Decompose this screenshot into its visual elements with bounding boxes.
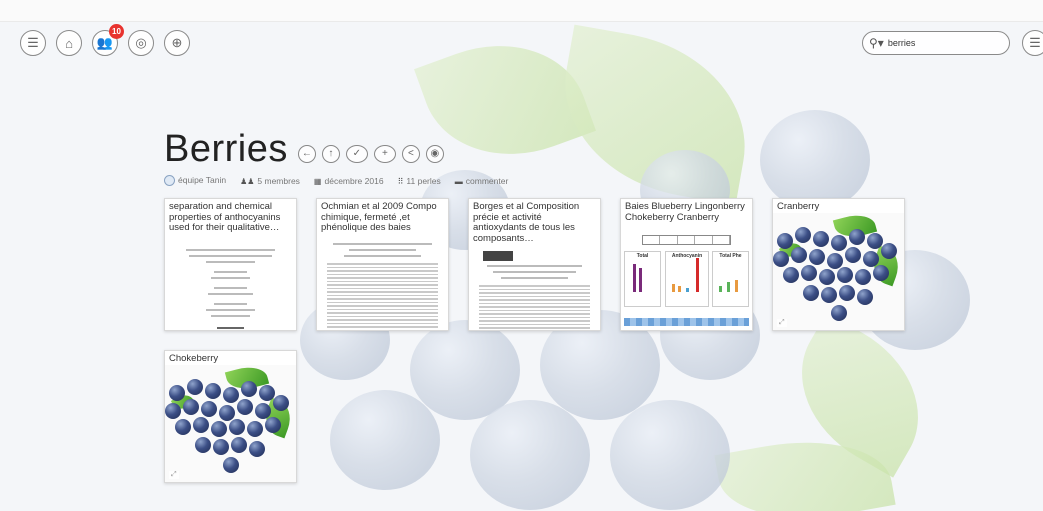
back-arrow-icon: ←: [301, 148, 312, 159]
globe-button[interactable]: ⊕: [164, 30, 190, 56]
top-nav: ☰ ⌂ 👥 10 ◎ ⊕: [20, 24, 190, 56]
search-input[interactable]: [887, 38, 988, 48]
broadcast-icon: ◎: [135, 35, 147, 50]
share-icon: <: [407, 148, 414, 159]
follow-button[interactable]: ✓: [345, 144, 368, 163]
up-arrow-icon: ↑: [328, 148, 334, 159]
home-icon: ⌂: [65, 35, 73, 51]
top-strip: [0, 0, 1043, 22]
chart-panel: Anthocyanin: [665, 251, 709, 307]
page-title: Berries: [164, 128, 288, 170]
pearl-card[interactable]: Chokeberry ⤢: [164, 350, 297, 483]
chart-thumbnail: Total Anthocyanin Total Phe: [624, 235, 749, 326]
pearl-card[interactable]: separation and chemical properties of an…: [164, 198, 297, 331]
board-owner[interactable]: équipe Tanin: [164, 175, 226, 187]
chart-panel: Total: [624, 251, 661, 307]
expand-icon[interactable]: ⤢: [777, 319, 787, 327]
board-pearls: ⠿ 11 perles: [397, 175, 441, 186]
pearl-card[interactable]: Baies Blueberry Lingonberry Chokeberry C…: [620, 198, 753, 331]
share-button[interactable]: <: [401, 144, 420, 163]
card-title: Baies Blueberry Lingonberry Chokeberry C…: [625, 201, 745, 223]
chart-footer: [624, 318, 749, 326]
board-meta: équipe Tanin ♟♟ 5 membres ▦ décembre 2016 …: [164, 175, 509, 187]
expand-icon[interactable]: ⤢: [169, 471, 179, 479]
list-icon: ☰: [27, 35, 39, 50]
card-title: Chokeberry: [169, 353, 219, 364]
globe-icon: ⊕: [171, 35, 183, 50]
right-menu-button[interactable]: ☰: [1022, 30, 1043, 56]
card-title: Cranberry: [777, 201, 820, 212]
add-people-icon: +: [381, 148, 388, 159]
comment-link[interactable]: ▬ commenter: [455, 176, 509, 186]
pearl-card[interactable]: Borges et al Composition précie et activ…: [468, 198, 601, 331]
board-date: ▦ décembre 2016: [313, 175, 384, 186]
pearl-card[interactable]: Cranberry ⤢: [772, 198, 905, 331]
document-thumbnail: [175, 245, 286, 330]
members-icon: ♟♟: [240, 176, 255, 186]
berries-image: ⤢: [773, 213, 904, 330]
chart-panel: Total Phe: [712, 251, 749, 307]
list-icon: ☰: [1029, 35, 1041, 50]
people-icon: 👥: [96, 35, 114, 50]
board-actions: ← ↑ ✓ + < ◉: [297, 144, 444, 163]
add-member-button[interactable]: +: [373, 144, 396, 163]
up-button[interactable]: ↑: [321, 144, 340, 163]
board-members[interactable]: ♟♟ 5 membres: [240, 176, 300, 186]
pearls-icon: ⠿: [397, 176, 404, 186]
broadcast-button[interactable]: ◎: [128, 30, 154, 56]
pearl-card[interactable]: Ochmian et al 2009 Compo chimique, ferme…: [316, 198, 449, 331]
settings-button[interactable]: ◉: [425, 144, 444, 163]
card-title: Borges et al Composition précie et activ…: [473, 201, 580, 244]
comment-icon: ▬: [454, 176, 463, 186]
menu-button[interactable]: ☰: [20, 30, 46, 56]
search-box[interactable]: ⚲▾: [862, 31, 1010, 55]
notification-badge: 10: [109, 24, 124, 39]
search-icon[interactable]: ⚲▾: [869, 36, 884, 50]
calendar-icon: ▦: [313, 176, 322, 186]
avatar: [164, 175, 175, 187]
back-button[interactable]: ←: [297, 144, 316, 163]
board-header: Berries ← ↑ ✓ + < ◉: [164, 128, 444, 171]
document-thumbnail: [479, 251, 590, 330]
mini-table: [642, 235, 731, 245]
check-icon: ✓: [352, 148, 362, 159]
settings-icon: ◉: [430, 148, 440, 159]
berries-image: ⤢: [165, 365, 296, 482]
card-title: Ochmian et al 2009 Compo chimique, ferme…: [321, 201, 437, 233]
home-button[interactable]: ⌂: [56, 30, 82, 56]
card-title: separation and chemical properties of an…: [169, 201, 281, 233]
people-button[interactable]: 👥 10: [92, 24, 124, 56]
document-thumbnail: [327, 239, 438, 330]
